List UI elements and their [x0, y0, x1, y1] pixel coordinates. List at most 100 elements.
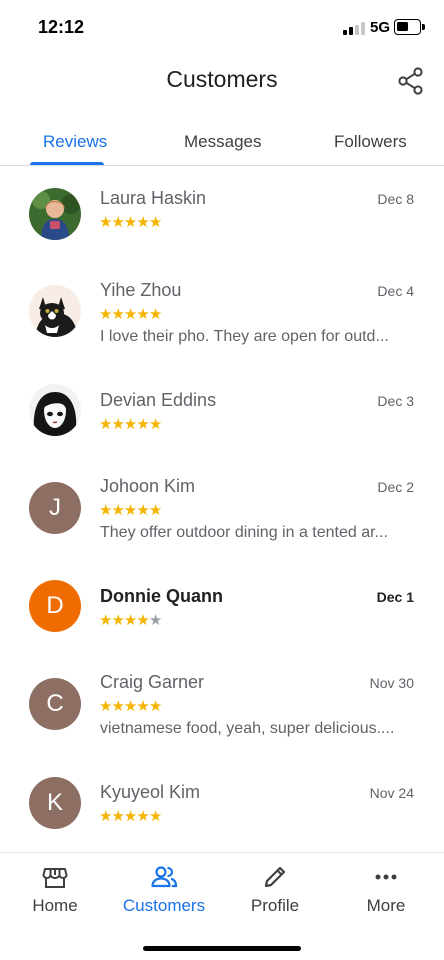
review-date: Nov 30: [369, 675, 414, 691]
reviewer-name: Kyuyeol Kim: [100, 782, 201, 802]
star-rating: ★★★★★: [99, 611, 162, 629]
reviewer-name: Laura Haskin: [100, 188, 207, 208]
star-filled-icon: ★: [148, 808, 162, 825]
star-filled-icon: ★: [136, 306, 149, 323]
more-dots-icon: [375, 874, 397, 880]
star-filled-icon: ★: [148, 416, 162, 433]
star-filled-icon: ★: [136, 416, 149, 433]
review-item[interactable]: Laura Haskin Dec 8 ★★★★★: [0, 188, 444, 278]
star-filled-icon: ★: [99, 808, 112, 825]
network-type: 5G: [370, 19, 391, 36]
star-rating: ★★★★★: [99, 305, 162, 323]
review-item[interactable]: D Donnie Quann Dec 1 ★★★★★: [0, 580, 444, 676]
star-filled-icon: ★: [123, 502, 137, 519]
share-button[interactable]: [396, 66, 426, 96]
star-filled-icon: ★: [99, 502, 112, 519]
nav-label: Home: [32, 896, 78, 915]
reviewer-name: Johoon Kim: [100, 476, 196, 496]
app-bar: Customers: [0, 56, 444, 112]
review-date: Nov 24: [369, 785, 414, 801]
star-filled-icon: ★: [123, 306, 137, 323]
star-filled-icon: ★: [99, 698, 112, 715]
avatar: [29, 384, 81, 436]
nav-home[interactable]: Home: [0, 863, 110, 916]
star-filled-icon: ★: [136, 808, 149, 825]
tab-bar: Reviews Messages Followers: [0, 124, 444, 166]
review-date: Dec 1: [376, 589, 414, 605]
avatar: C: [29, 678, 81, 730]
review-date: Dec 3: [377, 393, 414, 409]
review-item[interactable]: C Craig Garner Nov 30 ★★★★★ vietnamese f…: [0, 672, 444, 762]
tab-reviews[interactable]: Reviews: [43, 132, 107, 152]
star-filled-icon: ★: [99, 612, 112, 629]
status-bar: 12:12 5G: [0, 0, 444, 56]
review-snippet: vietnamese food, yeah, super delicious..…: [100, 720, 395, 737]
avatar: K: [29, 777, 81, 829]
star-rating: ★★★★★: [99, 697, 162, 715]
star-filled-icon: ★: [99, 306, 112, 323]
reviewer-name: Craig Garner: [100, 672, 205, 692]
reviewer-name: Donnie Quann: [100, 586, 223, 606]
star-filled-icon: ★: [123, 416, 137, 433]
page-title: Customers: [166, 66, 278, 92]
star-filled-icon: ★: [123, 808, 137, 825]
nav-label: Profile: [250, 896, 300, 915]
battery-icon: [394, 19, 425, 35]
status-time: 12:12: [38, 17, 85, 37]
star-filled-icon: ★: [99, 214, 112, 231]
avatar: [29, 285, 81, 337]
star-rating: ★★★★★: [99, 415, 162, 433]
star-filled-icon: ★: [111, 214, 124, 231]
star-filled-icon: ★: [148, 214, 162, 231]
star-filled-icon: ★: [123, 698, 137, 715]
nav-label: Customers: [122, 896, 206, 915]
pencil-icon: [264, 866, 286, 888]
nav-customers[interactable]: Customers: [109, 863, 219, 916]
star-filled-icon: ★: [111, 612, 124, 629]
star-filled-icon: ★: [123, 612, 137, 629]
home-indicator: [143, 946, 301, 951]
star-filled-icon: ★: [148, 698, 162, 715]
reviewer-name: Devian Eddins: [100, 390, 217, 410]
nav-label: More: [366, 896, 406, 915]
tab-messages[interactable]: Messages: [184, 132, 261, 152]
tab-followers[interactable]: Followers: [334, 132, 407, 152]
star-filled-icon: ★: [148, 306, 162, 323]
avatar: [29, 188, 81, 240]
star-filled-icon: ★: [111, 306, 124, 323]
bottom-nav: Home Customers Profile More: [0, 852, 444, 960]
review-date: Dec 2: [377, 479, 414, 495]
star-rating: ★★★★★: [99, 807, 162, 825]
review-item[interactable]: Yihe Zhou Dec 4 ★★★★★ I love their pho. …: [0, 280, 444, 370]
star-filled-icon: ★: [136, 698, 149, 715]
star-empty-icon: ★: [148, 612, 162, 629]
review-date: Dec 4: [377, 283, 414, 299]
nav-profile[interactable]: Profile: [220, 863, 330, 916]
star-filled-icon: ★: [136, 214, 149, 231]
star-filled-icon: ★: [136, 612, 149, 629]
star-rating: ★★★★★: [99, 213, 162, 231]
star-filled-icon: ★: [148, 502, 162, 519]
star-filled-icon: ★: [136, 502, 149, 519]
share-icon: [398, 67, 423, 95]
star-filled-icon: ★: [111, 808, 124, 825]
star-filled-icon: ★: [111, 416, 124, 433]
review-snippet: They offer outdoor dining in a tented ar…: [100, 524, 388, 541]
signal-icon: [343, 22, 365, 35]
star-filled-icon: ★: [111, 698, 124, 715]
star-filled-icon: ★: [99, 416, 112, 433]
avatar: D: [29, 580, 81, 632]
avatar: J: [29, 482, 81, 534]
star-filled-icon: ★: [123, 214, 137, 231]
nav-more[interactable]: More: [331, 863, 441, 916]
reviewer-name: Yihe Zhou: [100, 280, 182, 300]
review-date: Dec 8: [377, 191, 414, 207]
review-snippet: I love their pho. They are open for outd…: [100, 328, 389, 345]
review-item[interactable]: Devian Eddins Dec 3 ★★★★★: [0, 384, 444, 480]
star-rating: ★★★★★: [99, 501, 162, 519]
review-item[interactable]: J Johoon Kim Dec 2 ★★★★★ They offer outd…: [0, 476, 444, 566]
storefront-icon: [42, 868, 68, 888]
people-icon: [151, 866, 178, 888]
star-filled-icon: ★: [111, 502, 124, 519]
active-tab-indicator: [30, 162, 104, 165]
